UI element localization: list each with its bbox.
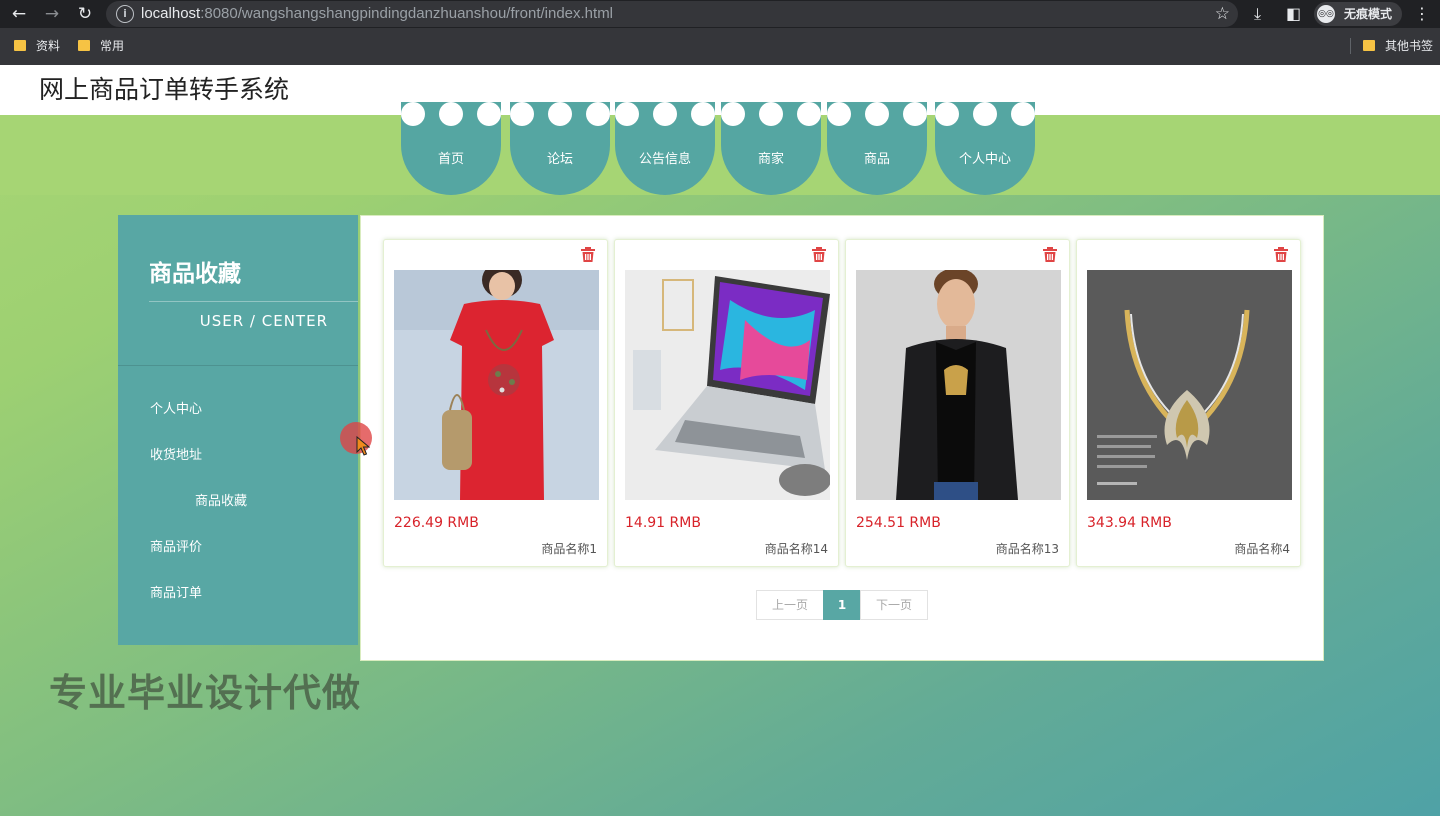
other-bookmarks[interactable]: 其他书签 <box>1363 38 1433 54</box>
sidebar-item-favorites[interactable]: 商品收藏 <box>195 493 247 511</box>
bookmarks-divider <box>1350 38 1351 54</box>
product-price: 14.91 RMB <box>625 515 701 531</box>
product-price: 226.49 RMB <box>394 515 479 531</box>
product-image-necklace[interactable] <box>1087 270 1292 500</box>
sidebar-item-address[interactable]: 收货地址 <box>150 447 202 465</box>
bookmark-star-icon[interactable]: ☆ <box>1215 3 1230 25</box>
address-bar[interactable]: i localhost:8080/wangshangshangpindingda… <box>106 1 1238 27</box>
site-info-icon[interactable]: i <box>116 5 134 23</box>
folder-icon <box>1363 40 1375 51</box>
sidebar-title: 商品收藏 <box>149 261 241 287</box>
product-card[interactable]: 254.51 RMB 商品名称13 <box>845 239 1070 567</box>
product-name: 商品名称14 <box>764 542 828 556</box>
next-page-button[interactable]: 下一页 <box>860 590 928 620</box>
product-image-jacket[interactable] <box>856 270 1061 500</box>
folder-icon <box>14 40 26 51</box>
url-text[interactable]: localhost:8080/wangshangshangpindingdanz… <box>141 5 613 23</box>
product-image-red-dress[interactable] <box>394 270 599 500</box>
side-panel-icon[interactable]: ◧ <box>1286 4 1301 24</box>
favorites-panel: 226.49 RMB 商品名称1 14.91 RMB 商品名称14 254.51… <box>360 215 1324 661</box>
sidebar-item-reviews[interactable]: 商品评价 <box>150 539 202 557</box>
product-price: 343.94 RMB <box>1087 515 1172 531</box>
site-title: 网上商品订单转手系统 <box>39 75 290 104</box>
sidebar-item-orders[interactable]: 商品订单 <box>150 585 202 603</box>
product-card[interactable]: 343.94 RMB 商品名称4 <box>1076 239 1301 567</box>
reload-icon[interactable]: ↻ <box>74 4 96 24</box>
mouse-cursor-icon <box>356 436 370 456</box>
bookmark-folder[interactable]: 常用 <box>78 38 124 54</box>
browser-menu-icon[interactable]: ⋮ <box>1414 4 1430 24</box>
delete-trash-icon[interactable] <box>1274 247 1288 262</box>
back-icon[interactable]: ← <box>8 4 30 24</box>
nav-band <box>0 115 1440 195</box>
product-name: 商品名称1 <box>541 542 597 556</box>
product-card[interactable]: 226.49 RMB 商品名称1 <box>383 239 608 567</box>
current-page-button[interactable]: 1 <box>823 590 861 620</box>
folder-icon <box>78 40 90 51</box>
site-header: 网上商品订单转手系统 <box>0 65 1440 115</box>
delete-trash-icon[interactable] <box>581 247 595 262</box>
product-card[interactable]: 14.91 RMB 商品名称14 <box>614 239 839 567</box>
user-center-sidebar: 商品收藏 USER / CENTER 个人中心 收货地址 商品收藏 商品评价 商… <box>118 215 358 645</box>
watermark-text: 专业毕业设计代做 <box>49 671 362 715</box>
sidebar-subtitle: USER / CENTER <box>199 312 328 330</box>
product-name: 商品名称13 <box>995 542 1059 556</box>
sidebar-divider <box>118 365 358 366</box>
prev-page-button[interactable]: 上一页 <box>756 590 824 620</box>
delete-trash-icon[interactable] <box>812 247 826 262</box>
incognito-badge[interactable]: ◎◎ 无痕模式 <box>1314 2 1402 26</box>
product-name: 商品名称4 <box>1234 542 1290 556</box>
bookmark-folder[interactable]: 资料 <box>14 38 60 54</box>
delete-trash-icon[interactable] <box>1043 247 1057 262</box>
bookmarks-bar: 资料 常用 其他书签 <box>0 28 1440 65</box>
browser-toolbar: ← → ↻ i localhost:8080/wangshangshangpin… <box>0 0 1440 28</box>
sidebar-item-user-center[interactable]: 个人中心 <box>150 401 202 419</box>
product-image-laptop[interactable] <box>625 270 830 500</box>
incognito-icon: ◎◎ <box>1317 5 1335 23</box>
forward-icon[interactable]: → <box>41 4 63 24</box>
incognito-label: 无痕模式 <box>1344 7 1393 21</box>
sidebar-divider <box>149 301 358 302</box>
product-price: 254.51 RMB <box>856 515 941 531</box>
download-icon[interactable]: ⤓ <box>1254 4 1261 24</box>
